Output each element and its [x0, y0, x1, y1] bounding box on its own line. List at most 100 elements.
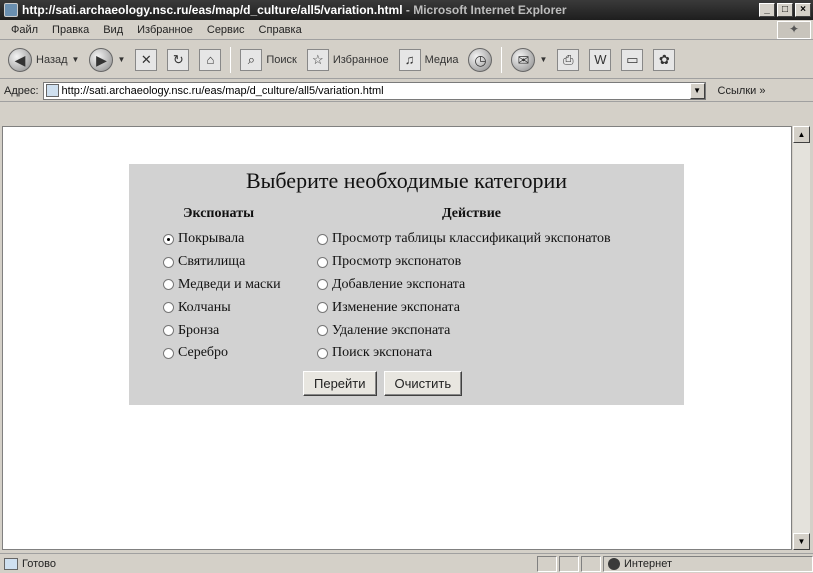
status-text: Готово: [22, 557, 56, 570]
back-button[interactable]: ◀ Назад ▼: [4, 46, 83, 74]
window-title: http://sati.archaeology.nsc.ru/eas/map/d…: [22, 3, 759, 17]
exhibit-option[interactable]: Покрывала: [163, 228, 281, 251]
action-option[interactable]: Просмотр таблицы классификаций экспонато…: [317, 228, 611, 251]
action-label: Просмотр таблицы классификаций экспонато…: [332, 231, 611, 247]
radio-button[interactable]: [163, 325, 174, 337]
radio-button[interactable]: [317, 325, 328, 337]
radio-button[interactable]: [163, 279, 174, 291]
mail-icon: ✉: [511, 47, 536, 72]
title-bar: http://sati.archaeology.nsc.ru/eas/map/d…: [0, 0, 813, 20]
action-label: Просмотр экспонатов: [332, 254, 462, 270]
page-icon: [45, 84, 59, 97]
security-zone: Интернет: [603, 555, 813, 572]
radio-button[interactable]: [163, 302, 174, 314]
radio-button[interactable]: [317, 302, 328, 314]
exhibit-option[interactable]: Серебро: [163, 342, 281, 365]
menu-view[interactable]: Вид: [96, 24, 130, 36]
back-arrow-icon: ◀: [8, 47, 32, 72]
favorites-button[interactable]: ☆ Избранное: [303, 47, 393, 73]
links-button[interactable]: Ссылки »: [718, 85, 766, 97]
exhibit-option[interactable]: Колчаны: [163, 296, 281, 319]
back-dropdown-icon[interactable]: ▼: [72, 55, 80, 64]
status-bar: Готово Интернет: [0, 553, 813, 573]
radio-button[interactable]: [317, 279, 328, 291]
page-status-icon: [4, 557, 18, 570]
status-cell: [559, 555, 579, 572]
word-icon: W: [589, 48, 612, 71]
action-option[interactable]: Поиск экспоната: [317, 342, 611, 365]
print-icon: ⎙: [557, 48, 580, 71]
mail-dropdown-icon[interactable]: ▼: [539, 55, 547, 64]
address-label: Адрес:: [4, 84, 39, 97]
refresh-icon: ↻: [167, 48, 190, 71]
address-value[interactable]: http://sati.archaeology.nsc.ru/eas/map/d…: [62, 85, 687, 97]
forward-button[interactable]: ▶ ▼: [85, 46, 129, 74]
maximize-button[interactable]: □: [777, 3, 793, 17]
menu-bar: Файл Правка Вид Избранное Сервис Справка…: [0, 20, 813, 40]
zone-label: Интернет: [624, 557, 672, 570]
exhibits-radio-group: Покрывала Святилища Медведи и маски Колч…: [163, 228, 281, 365]
exhibit-option[interactable]: Святилища: [163, 251, 281, 274]
radio-button[interactable]: [163, 256, 174, 268]
refresh-button[interactable]: ↻: [163, 47, 193, 73]
radio-button[interactable]: [317, 347, 328, 359]
menu-edit[interactable]: Правка: [45, 24, 96, 36]
edit-button[interactable]: W: [585, 47, 615, 73]
history-icon: ◷: [468, 47, 493, 72]
radio-button[interactable]: [317, 233, 328, 245]
exhibit-label: Серебро: [178, 345, 229, 361]
exhibit-option[interactable]: Медведи и маски: [163, 274, 281, 297]
star-icon: ☆: [306, 48, 329, 71]
action-label: Удаление экспоната: [332, 322, 451, 338]
exhibit-label: Медведи и маски: [178, 276, 281, 292]
page-content: Выберите необходимые категории Экспонаты…: [2, 126, 792, 550]
media-button[interactable]: ♫ Медиа: [395, 47, 463, 73]
action-option[interactable]: Просмотр экспонатов: [317, 251, 611, 274]
vertical-scrollbar[interactable]: ▲ ▼: [793, 126, 810, 550]
action-label: Изменение экспоната: [332, 299, 460, 315]
menu-help[interactable]: Справка: [252, 24, 309, 36]
search-icon: ⌕: [240, 48, 263, 71]
exhibit-label: Колчаны: [178, 299, 231, 315]
action-label: Поиск экспоната: [332, 345, 433, 361]
reset-button[interactable]: Очистить: [383, 371, 463, 396]
toolbar-separator: [501, 46, 503, 73]
search-label: Поиск: [266, 53, 297, 66]
ie-icon: [4, 3, 18, 17]
menu-tools[interactable]: Сервис: [200, 24, 252, 36]
discuss-button[interactable]: ▭: [617, 47, 647, 73]
radio-button[interactable]: [317, 256, 328, 268]
menu-file[interactable]: Файл: [4, 24, 45, 36]
forward-dropdown-icon[interactable]: ▼: [117, 55, 125, 64]
address-input[interactable]: http://sati.archaeology.nsc.ru/eas/map/d…: [42, 81, 706, 100]
close-button[interactable]: ×: [795, 3, 811, 17]
stop-button[interactable]: ✕: [131, 47, 161, 73]
action-option[interactable]: Добавление экспоната: [317, 274, 611, 297]
address-dropdown-icon[interactable]: ▼: [689, 82, 705, 99]
messenger-button[interactable]: ✿: [649, 47, 679, 73]
media-label: Медиа: [424, 53, 459, 66]
history-button[interactable]: ◷: [464, 46, 496, 74]
print-button[interactable]: ⎙: [553, 47, 583, 73]
exhibit-option[interactable]: Бронза: [163, 319, 281, 342]
action-option[interactable]: Удаление экспоната: [317, 319, 611, 342]
form-title: Выберите необходимые категории: [245, 168, 568, 193]
search-button[interactable]: ⌕ Поиск: [236, 47, 300, 73]
radio-button[interactable]: [163, 347, 174, 359]
menu-favorites[interactable]: Избранное: [130, 24, 200, 36]
action-label: Добавление экспоната: [332, 276, 466, 292]
scroll-down-icon[interactable]: ▼: [793, 533, 810, 550]
action-option[interactable]: Изменение экспоната: [317, 296, 611, 319]
actions-radio-group: Просмотр таблицы классификаций экспонато…: [317, 228, 611, 365]
back-label: Назад: [36, 53, 68, 66]
home-button[interactable]: ⌂: [195, 47, 225, 73]
submit-button[interactable]: Перейти: [303, 371, 377, 396]
scroll-up-icon[interactable]: ▲: [793, 126, 810, 143]
media-icon: ♫: [398, 48, 421, 71]
discuss-icon: ▭: [621, 48, 644, 71]
radio-button[interactable]: [163, 233, 174, 245]
exhibit-label: Покрывала: [178, 231, 245, 247]
toolbar-separator: [230, 46, 232, 73]
minimize-button[interactable]: _: [759, 3, 775, 17]
mail-button[interactable]: ✉ ▼: [507, 46, 551, 74]
